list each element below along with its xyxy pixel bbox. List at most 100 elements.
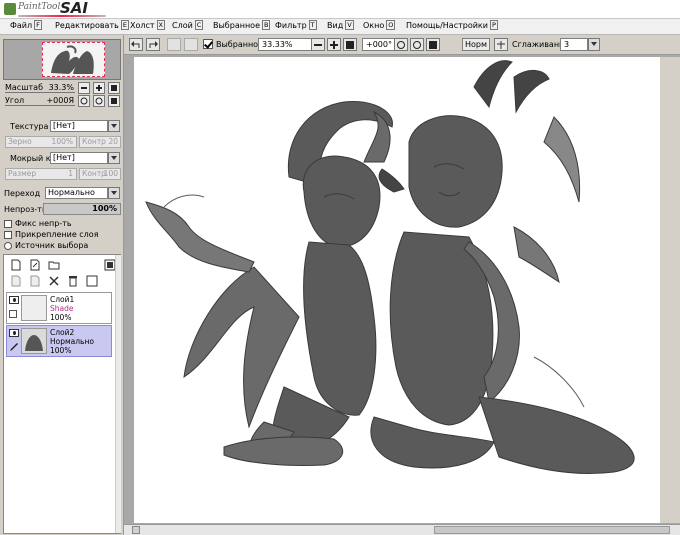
texture-contrast-value: 20 [108,137,118,146]
merge-down-icon[interactable] [29,275,41,287]
toolbar-rotate-left-button[interactable] [394,38,408,51]
invert-selection-button[interactable] [184,38,198,51]
opacity-label: Непроз-ть [4,205,47,214]
toolbar-rotate-right-button[interactable] [410,38,424,51]
rotate-left-button[interactable] [78,95,90,107]
canvas-vertical-margin [660,57,680,523]
toolbar-rotate-reset-button[interactable] [426,38,440,51]
zoom-in-button[interactable] [93,82,105,94]
toolbar-zoom-out-button[interactable] [311,38,325,51]
layer-row-shade[interactable]: Слой1 Shade 100% [6,292,112,324]
layer-thumbnail [21,328,47,354]
menu-edit-key: E [120,20,129,30]
menu-window[interactable]: Окно O [363,20,396,30]
grain-field: Зерно 100% [5,136,77,148]
layer-name: Слой2 [50,328,75,337]
logo-text: PaintTool [18,2,61,12]
navigator-thumbnail [42,42,105,77]
layer-row-normal[interactable]: Слой2 Нормально 100% [6,325,112,357]
texture-contrast-field: Контр 20 [79,136,121,148]
size-value: 1 [68,169,73,178]
toolbar-zoom-reset-button[interactable] [343,38,357,51]
zoom-select[interactable]: 33.33% [258,38,313,51]
texture-dropdown-arrow-icon[interactable] [108,120,120,132]
layer-thumbnail [21,295,47,321]
canvas-horizontal-scrollbar[interactable] [124,524,680,535]
new-linework-layer-icon[interactable] [29,259,41,271]
scroll-thumb[interactable] [434,526,670,534]
new-folder-icon[interactable] [48,259,60,271]
visibility-eye-icon[interactable] [9,296,19,304]
transfer-down-icon[interactable] [10,275,22,287]
zoom-slider[interactable] [5,92,75,93]
texture-select[interactable]: [Нет] [50,120,108,132]
menu-edit[interactable]: Редактировать E [55,20,129,30]
layers-scrollbar[interactable] [115,255,121,533]
menu-bar: Файл F Редактировать E Холст X Слой C Выбран… [0,19,680,35]
rotate-reset-button[interactable] [108,95,120,107]
layer-menu-icon[interactable] [86,275,98,287]
menu-help[interactable]: Помощь/Настройки P [406,20,498,30]
menu-canvas-label: Холст [130,21,155,30]
layer-mode: Нормально [50,337,94,346]
menu-canvas[interactable]: Холст X [130,20,165,30]
selection-source-radio[interactable] [4,242,12,250]
menu-layer[interactable]: Слой C [172,20,204,30]
layers-panel: Слой1 Shade 100% Слой2 Нормально 100% [3,254,121,534]
edge-select[interactable]: [Нет] [50,152,108,164]
size-label: Размер [8,169,37,178]
show-selection-label: Выбранное [216,40,263,49]
menu-filter[interactable]: Фильтр T [275,20,317,30]
menu-file-label: Файл [10,21,33,30]
zoom-out-button[interactable] [78,82,90,94]
toolbar-zoom-in-button[interactable] [327,38,341,51]
delete-layer-icon[interactable] [67,275,79,287]
menu-view-label: Вид [327,21,344,30]
stabilizer-select[interactable]: 3 [560,38,588,51]
menu-file[interactable]: Файл F [10,20,42,30]
visibility-eye-icon[interactable] [9,329,19,337]
clear-layer-icon[interactable] [48,275,60,287]
edge-dropdown-arrow-icon[interactable] [108,152,120,164]
menu-help-key: P [489,20,498,30]
zoom-reset-button[interactable] [108,82,120,94]
menu-view[interactable]: Вид V [327,20,354,30]
zoom-value: 33.3% [48,83,74,92]
show-selection-checkbox[interactable] [203,39,213,49]
menu-window-label: Окно [363,21,385,30]
fix-opacity-checkbox[interactable] [4,220,12,228]
zoom-label: Масштаб [5,83,44,92]
logo-swoosh [18,15,106,17]
angle-slider[interactable] [5,105,75,106]
opacity-slider[interactable]: 100% [43,203,121,215]
redo-button[interactable] [146,38,160,51]
clip-layer-label: Прикрепление слоя [15,230,99,239]
undo-button[interactable] [129,38,143,51]
sai-logo-icon [4,3,16,15]
rotate-right-button[interactable] [93,95,105,107]
scroll-left-arrow-icon[interactable] [132,526,140,534]
flip-horizontal-button[interactable] [494,38,508,51]
menu-help-label: Помощь/Настройки [406,21,488,30]
navigator-preview[interactable] [3,39,121,80]
menu-selection[interactable]: Выбранное B [213,20,271,30]
layer-opacity: 100% [50,313,72,322]
layer-lock-checkbox[interactable] [9,310,17,318]
texture-contrast-label: Контр [82,137,106,146]
drawing-canvas[interactable] [134,57,660,523]
menu-view-key: V [345,20,354,30]
menu-edit-label: Редактировать [55,21,119,30]
fix-opacity-label: Фикс непр-ть [15,219,72,228]
new-layer-icon[interactable] [10,259,22,271]
menu-window-key: O [386,20,396,30]
blend-label: Переход [4,189,41,198]
blend-dropdown-arrow-icon[interactable] [108,187,120,199]
flip-normal-button[interactable]: Норм [462,38,490,51]
clip-layer-checkbox[interactable] [4,231,12,239]
deselect-button[interactable] [167,38,181,51]
edge-contrast-value: 100 [103,169,118,178]
blend-mode-select[interactable]: Нормально [45,187,108,199]
menu-selection-key: B [262,20,271,30]
stabilizer-dropdown-arrow-icon[interactable] [588,38,600,51]
title-bar: PaintTool SAI [0,0,680,19]
